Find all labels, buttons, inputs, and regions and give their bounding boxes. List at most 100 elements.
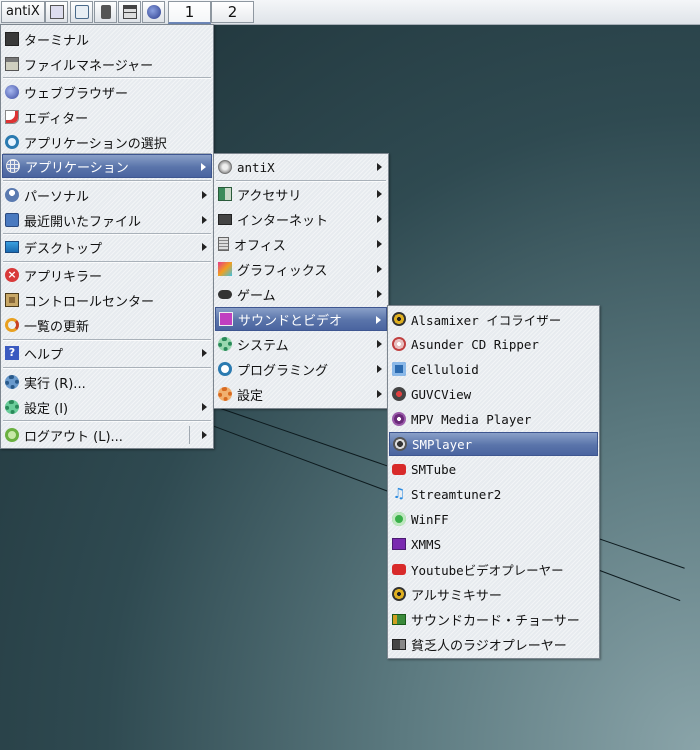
menu-item-editor[interactable]: エディター (2, 105, 212, 129)
menu-item-label: アクセサリ (237, 188, 302, 204)
accessories-icon (218, 187, 232, 201)
menu-item-file-manager[interactable]: ファイルマネージャー (2, 52, 212, 76)
menu-item-label: Asunder CD Ripper (411, 336, 539, 352)
folder-icon (74, 5, 89, 19)
menu-item-label: デスクトップ (24, 241, 103, 257)
app-item-alsa-mixer[interactable]: アルサミキサー (389, 582, 598, 606)
menu-item-label: MPV Media Player (411, 411, 532, 427)
submenu-arrow-icon (377, 190, 382, 198)
app-item-youtube-player[interactable]: Youtubeビデオプレーヤー (389, 557, 598, 581)
app-item-smplayer[interactable]: SMPlayer (389, 432, 598, 456)
menu-item-web-browser[interactable]: ウェブブラウザー (2, 80, 212, 104)
app-item-streamtuner2[interactable]: ♫ Streamtuner2 (389, 482, 598, 506)
submenu-arrow-icon (377, 215, 382, 223)
menu-item-label: 一覧の更新 (24, 319, 90, 335)
menu-item-label: ゲーム (237, 288, 276, 304)
internet-icon (218, 213, 232, 225)
control-center-icon (5, 293, 19, 307)
menu-item-label: ログアウト (L)... (24, 429, 123, 445)
menu-item-personal[interactable]: パーソナル (2, 183, 212, 207)
music-note-icon: ♫ (392, 486, 406, 502)
menu-item-label: 設定 (237, 388, 264, 404)
submenu-arrow-icon (377, 340, 382, 348)
browser-launcher[interactable] (142, 1, 165, 23)
menu-separator (3, 77, 211, 79)
show-desktop-icon (49, 5, 64, 19)
submenu-arrow-icon (377, 365, 382, 373)
submenu-item-system[interactable]: システム (215, 332, 387, 356)
gear-icon (5, 375, 19, 389)
show-desktop-button[interactable] (45, 1, 68, 23)
menu-item-terminal[interactable]: ターミナル (2, 27, 212, 51)
submenu-arrow-icon (202, 431, 207, 439)
menu-item-label: インターネット (237, 213, 329, 229)
applications-submenu: antiX アクセサリ インターネット オフィス グラフィックス ゲーム サウン… (213, 153, 389, 409)
submenu-arrow-icon (377, 240, 382, 248)
menu-item-label: ターミナル (24, 33, 90, 49)
app-item-asunder[interactable]: Asunder CD Ripper (389, 332, 598, 356)
menu-item-desktop[interactable]: デスクトップ (2, 235, 212, 259)
menu-item-app-killer[interactable]: × アプリキラー (2, 263, 212, 287)
submenu-item-antix[interactable]: antiX (215, 155, 387, 179)
menu-item-settings[interactable]: 設定 (I) (2, 395, 212, 419)
submenu-arrow-icon (202, 243, 207, 251)
menu-item-refresh[interactable]: 一覧の更新 (2, 313, 212, 337)
menu-item-run[interactable]: 実行 (R)... (2, 370, 212, 394)
app-item-mpv[interactable]: MPV Media Player (389, 407, 598, 431)
taskbar: antiX 1 2 (0, 0, 700, 25)
menu-item-recent-files[interactable]: 最近開いたファイル (2, 208, 212, 232)
submenu-arrow-icon (377, 265, 382, 273)
notes-icon (122, 5, 137, 19)
celluloid-icon (392, 362, 406, 376)
smplayer-icon (393, 437, 407, 451)
app-item-radio-player[interactable]: 貧乏人のラジオプレーヤー (389, 632, 598, 656)
menu-item-label: 設定 (I) (24, 401, 69, 417)
menu-item-applications[interactable]: アプリケーション (2, 154, 212, 178)
start-button[interactable]: antiX (1, 1, 45, 23)
grid-globe-icon (6, 159, 20, 173)
antix-icon (218, 160, 232, 174)
app-item-guvcview[interactable]: GUVCView (389, 382, 598, 406)
submenu-item-sound-video[interactable]: サウンドとビデオ (215, 307, 387, 331)
terminal-launcher[interactable] (94, 1, 117, 23)
menu-item-label: 実行 (R)... (24, 376, 86, 392)
menu-item-app-finder[interactable]: アプリケーションの選択 (2, 130, 212, 154)
menu-item-label: オフィス (234, 238, 286, 254)
app-item-soundcard-chooser[interactable]: サウンドカード・チョーサー (389, 607, 598, 631)
workspace-1[interactable]: 1 (168, 1, 211, 24)
submenu-item-programming[interactable]: プログラミング (215, 357, 387, 381)
app-item-alsamixer-equalizer[interactable]: Alsamixer イコライザー (389, 307, 598, 331)
menu-item-label: 最近開いたファイル (24, 214, 142, 230)
cd-ripper-icon (392, 337, 406, 351)
terminal-icon (5, 32, 19, 46)
winff-icon (392, 512, 406, 526)
programming-icon (218, 362, 232, 376)
root-menu: ターミナル ファイルマネージャー ウェブブラウザー エディター アプリケーション… (0, 24, 214, 449)
menu-item-label: Celluloid (411, 361, 479, 377)
gamepad-icon (218, 289, 232, 299)
menu-item-logout[interactable]: ログアウト (L)... (2, 423, 212, 447)
logout-submenu-divider (189, 426, 190, 444)
soundcard-icon (392, 613, 406, 625)
workspace-2[interactable]: 2 (211, 1, 254, 23)
submenu-item-internet[interactable]: インターネット (215, 207, 387, 231)
submenu-item-office[interactable]: オフィス (215, 232, 387, 256)
menu-item-label: SMTube (411, 461, 457, 477)
menu-item-label: グラフィックス (237, 263, 328, 279)
submenu-item-settings[interactable]: 設定 (215, 382, 387, 406)
menu-item-label: サウンドとビデオ (238, 313, 343, 329)
menu-item-help[interactable]: ? ヘルプ (2, 341, 212, 365)
file-manager-launcher[interactable] (70, 1, 93, 23)
editor-launcher[interactable] (118, 1, 141, 23)
app-item-xmms[interactable]: XMMS (389, 532, 598, 556)
submenu-item-games[interactable]: ゲーム (215, 282, 387, 306)
submenu-item-graphics[interactable]: グラフィックス (215, 257, 387, 281)
app-item-smtube[interactable]: SMTube (389, 457, 598, 481)
submenu-arrow-icon (202, 216, 207, 224)
menu-item-control-center[interactable]: コントロールセンター (2, 288, 212, 312)
youtube-icon (392, 463, 406, 475)
app-item-winff[interactable]: WinFF (389, 507, 598, 531)
app-item-celluloid[interactable]: Celluloid (389, 357, 598, 381)
youtube-icon (392, 563, 406, 575)
submenu-item-accessories[interactable]: アクセサリ (215, 182, 387, 206)
